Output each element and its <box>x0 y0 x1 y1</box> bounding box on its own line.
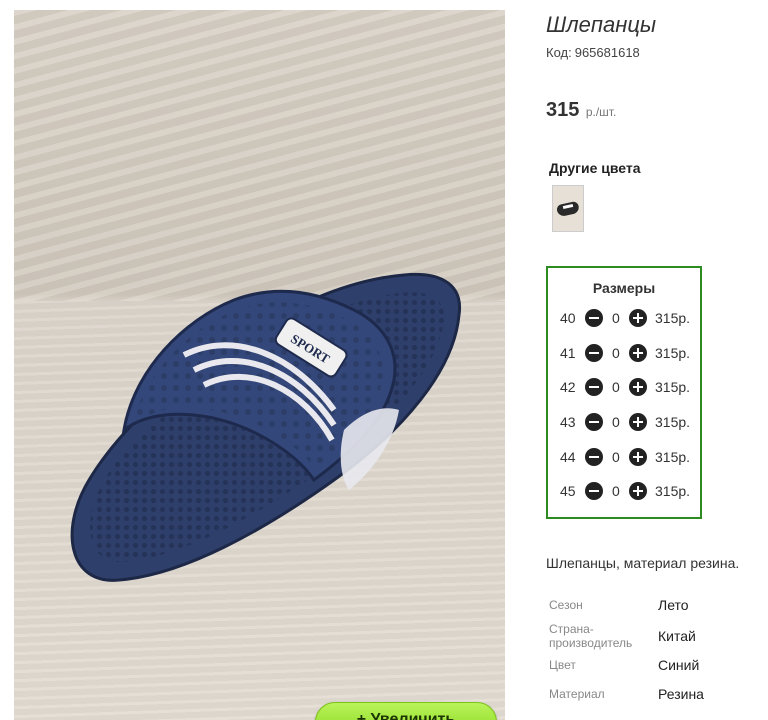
minus-icon[interactable] <box>585 378 603 396</box>
plus-icon[interactable] <box>629 344 647 362</box>
size-row: 41 0 315р. <box>548 341 700 367</box>
plus-icon[interactable] <box>629 309 647 327</box>
size-label: 42 <box>560 379 576 395</box>
slipper-illustration: SPORT <box>70 272 461 582</box>
color-swatch-black[interactable] <box>552 185 584 232</box>
property-key: Цвет <box>549 658 576 672</box>
minus-icon[interactable] <box>585 448 603 466</box>
size-label: 43 <box>560 414 576 430</box>
property-value: Китай <box>658 628 696 644</box>
minus-icon[interactable] <box>585 482 603 500</box>
size-row: 45 0 315р. <box>548 479 700 505</box>
quantity-value: 0 <box>612 379 620 395</box>
size-price: 315р. <box>655 310 691 326</box>
size-row: 42 0 315р. <box>548 375 700 401</box>
plus-icon[interactable] <box>629 378 647 396</box>
product-code-label: Код: <box>546 45 572 60</box>
property-value: Резина <box>658 686 704 702</box>
size-price: 315р. <box>655 483 691 499</box>
size-price: 315р. <box>655 414 691 430</box>
quantity-value: 0 <box>612 414 620 430</box>
swatch-slipper-icon <box>555 200 581 218</box>
product-description: Шлепанцы, материал резина. <box>546 555 740 571</box>
property-key: Сезон <box>549 598 583 612</box>
plus-icon[interactable] <box>629 448 647 466</box>
property-value: Синий <box>658 657 700 673</box>
property-key: Материал <box>549 687 605 701</box>
quantity-value: 0 <box>612 449 620 465</box>
sizes-panel: Размеры 40 0 315р. 41 0 315р. 42 0 315р.… <box>546 266 702 519</box>
sizes-title: Размеры <box>592 280 656 296</box>
product-title: Шлепанцы <box>546 12 657 37</box>
size-label: 40 <box>560 310 576 326</box>
quantity-value: 0 <box>612 345 620 361</box>
price-unit: р./шт. <box>585 105 617 119</box>
size-price: 315р. <box>655 449 691 465</box>
size-row: 44 0 315р. <box>548 445 700 471</box>
product-image[interactable]: SPORT + Увеличить <box>14 10 505 720</box>
plus-icon[interactable] <box>629 413 647 431</box>
quantity-value: 0 <box>612 310 620 326</box>
quantity-value: 0 <box>612 483 620 499</box>
product-code-value: 965681618 <box>574 45 640 60</box>
minus-icon[interactable] <box>585 344 603 362</box>
size-label: 45 <box>560 483 576 499</box>
price-value: 315 <box>546 99 580 121</box>
plus-icon[interactable] <box>629 482 647 500</box>
size-label: 44 <box>560 449 576 465</box>
zoom-button-label: + Увеличить <box>356 711 456 720</box>
product-price: 315 р./шт. <box>546 99 616 122</box>
minus-icon[interactable] <box>585 413 603 431</box>
property-key: Страна- производитель <box>549 622 633 650</box>
size-row: 40 0 315р. <box>548 306 700 332</box>
size-label: 41 <box>560 345 576 361</box>
other-colors-title: Другие цвета <box>549 160 641 176</box>
property-value: Лето <box>658 597 689 613</box>
minus-icon[interactable] <box>585 309 603 327</box>
product-code: Код: 965681618 <box>546 45 640 60</box>
size-row: 43 0 315р. <box>548 410 700 436</box>
size-price: 315р. <box>655 379 691 395</box>
zoom-button[interactable]: + Увеличить <box>315 702 497 720</box>
size-price: 315р. <box>655 345 691 361</box>
